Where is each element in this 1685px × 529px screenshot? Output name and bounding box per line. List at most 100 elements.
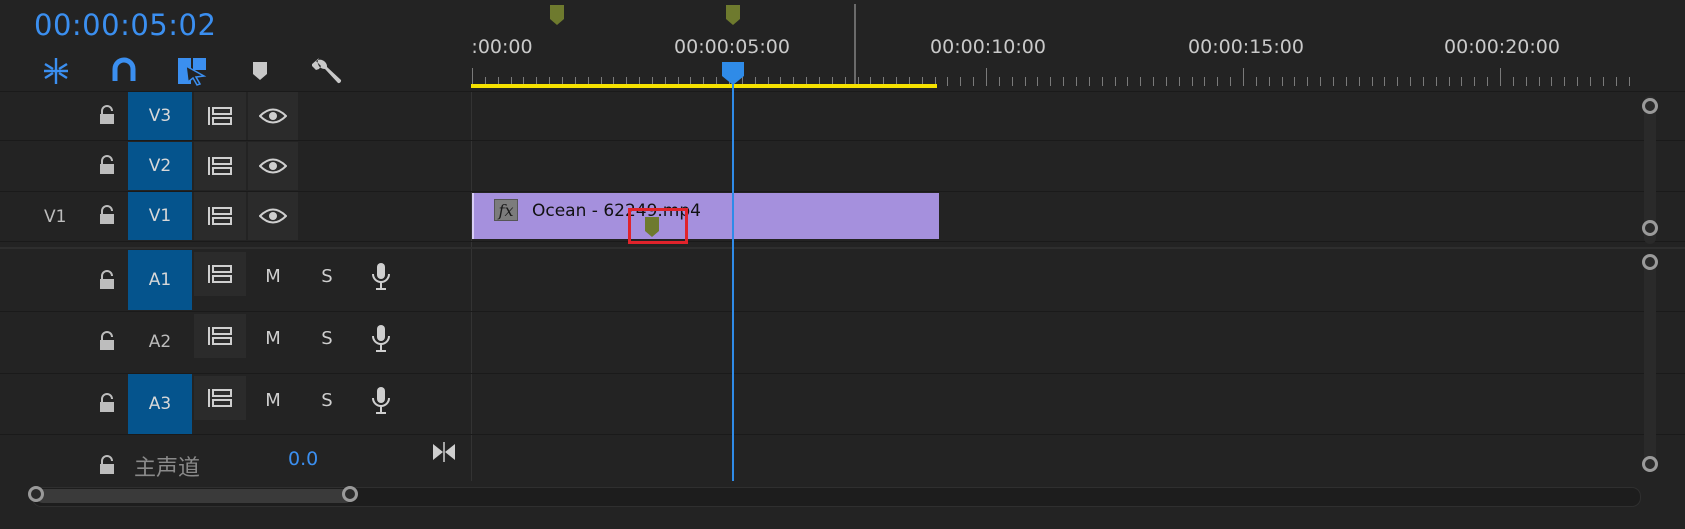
- ruler-tick: [1243, 68, 1244, 86]
- horizontal-scrollbar-thumb[interactable]: [36, 489, 352, 503]
- ruler-label: 00:00:10:00: [930, 36, 1046, 58]
- ruler-tick: [1602, 77, 1604, 86]
- audio-vertical-scrollbar[interactable]: [1644, 254, 1656, 472]
- ruler-tick: [1371, 77, 1373, 86]
- track-target-a3[interactable]: A3: [128, 374, 192, 434]
- lock-track-icon[interactable]: [94, 388, 120, 418]
- ruler-tick: [1577, 77, 1579, 86]
- sync-lock-icon[interactable]: [194, 142, 246, 190]
- scroll-handle[interactable]: [1642, 254, 1658, 270]
- ruler-tick: [1551, 77, 1553, 86]
- voiceover-record-mic-icon[interactable]: [368, 322, 394, 354]
- ruler-tick: [1024, 77, 1026, 86]
- ruler-tick: [998, 77, 1000, 86]
- ruler-tick: [1153, 77, 1155, 86]
- ruler-tick: [1512, 77, 1514, 86]
- mute-button[interactable]: M: [258, 324, 288, 352]
- lock-track-icon[interactable]: [94, 150, 120, 180]
- ruler-tick: [1435, 77, 1437, 86]
- ruler-tick: [1332, 77, 1334, 86]
- snap-icon[interactable]: [106, 54, 142, 88]
- ruler-divider: [854, 4, 856, 84]
- video-clip[interactable]: fx Ocean - 62249.mp4: [472, 193, 939, 239]
- ruler-tick: [1474, 77, 1476, 86]
- ruler-tick: [1525, 77, 1527, 86]
- ruler-tick: [947, 77, 949, 86]
- sequence-marker[interactable]: [725, 4, 741, 31]
- track-target-v2[interactable]: V2: [128, 142, 192, 190]
- sync-lock-icon[interactable]: [194, 192, 246, 240]
- go-to-in-out-icon[interactable]: [430, 440, 458, 464]
- master-volume-value[interactable]: 0.0: [288, 448, 318, 470]
- solo-button[interactable]: S: [312, 386, 342, 414]
- toggle-output-eye-icon[interactable]: [248, 192, 298, 240]
- insert-overwrite-sequences-icon[interactable]: [38, 54, 74, 88]
- ruler-tick: [1191, 77, 1193, 86]
- ruler-tick: [1050, 77, 1052, 86]
- ruler-tick: [1448, 77, 1450, 86]
- source-track-v1[interactable]: V1: [44, 207, 66, 227]
- ruler-tick: [1628, 77, 1630, 86]
- solo-button[interactable]: S: [312, 324, 342, 352]
- lock-track-icon[interactable]: [94, 265, 120, 295]
- timeline-settings-icon[interactable]: [310, 54, 346, 88]
- add-marker-icon[interactable]: [242, 54, 278, 88]
- time-ruler[interactable]: :00:00 00:00:05:00 00:00:10:00 00:00:15:…: [471, 0, 1638, 92]
- ruler-tick: [1217, 77, 1219, 86]
- ruler-tick: [1564, 77, 1566, 86]
- ruler-tick: [1281, 77, 1283, 86]
- linked-selection-icon[interactable]: [174, 54, 210, 88]
- toggle-output-eye-icon[interactable]: [248, 92, 298, 140]
- ruler-tick: [1615, 77, 1617, 86]
- playhead-handle[interactable]: [720, 60, 746, 91]
- sync-lock-icon[interactable]: [194, 252, 246, 296]
- ruler-tick: [1075, 77, 1077, 86]
- voiceover-record-mic-icon[interactable]: [368, 384, 394, 416]
- work-area-bar[interactable]: [471, 84, 937, 88]
- voiceover-record-mic-icon[interactable]: [368, 260, 394, 292]
- track-target-v1[interactable]: V1: [128, 192, 192, 240]
- ruler-tick: [1345, 77, 1347, 86]
- playhead-timecode[interactable]: 00:00:05:02: [34, 8, 216, 42]
- ruler-tick: [1487, 77, 1489, 86]
- ruler-tick: [1178, 77, 1180, 86]
- mute-button[interactable]: M: [258, 262, 288, 290]
- track-target-a1[interactable]: A1: [128, 250, 192, 310]
- ruler-tick: [1410, 77, 1412, 86]
- lock-track-icon[interactable]: [94, 450, 120, 480]
- zoom-handle-right[interactable]: [342, 486, 358, 502]
- sequence-marker[interactable]: [549, 4, 565, 31]
- mute-button[interactable]: M: [258, 386, 288, 414]
- solo-button[interactable]: S: [312, 262, 342, 290]
- scroll-handle[interactable]: [1642, 220, 1658, 236]
- scroll-handle[interactable]: [1642, 456, 1658, 472]
- ruler-tick: [1230, 77, 1232, 86]
- playhead-line[interactable]: [732, 70, 734, 481]
- highlight-annotation: [628, 208, 688, 244]
- zoom-handle-left[interactable]: [28, 486, 44, 502]
- ruler-tick: [973, 77, 975, 86]
- ruler-tick: [1268, 77, 1270, 86]
- ruler-tick: [1101, 77, 1103, 86]
- track-target-a2[interactable]: A2: [128, 312, 192, 372]
- scroll-handle[interactable]: [1642, 98, 1658, 114]
- timeline-track-area[interactable]: [471, 92, 1642, 481]
- ruler-tick: [1165, 77, 1167, 86]
- lock-track-icon[interactable]: [94, 326, 120, 356]
- ruler-tick: [1011, 77, 1013, 86]
- ruler-tick: [1538, 77, 1540, 86]
- ruler-tick: [1320, 77, 1322, 86]
- sync-lock-icon[interactable]: [194, 376, 246, 420]
- ruler-tick: [1384, 77, 1386, 86]
- ruler-tick: [1255, 77, 1257, 86]
- lock-track-icon[interactable]: [94, 200, 120, 230]
- ruler-tick: [960, 77, 962, 86]
- sync-lock-icon[interactable]: [194, 314, 246, 358]
- fx-badge[interactable]: fx: [494, 199, 518, 221]
- ruler-tick: [1500, 68, 1501, 86]
- ruler-tick: [1589, 77, 1591, 86]
- lock-track-icon[interactable]: [94, 100, 120, 130]
- sync-lock-icon[interactable]: [194, 92, 246, 140]
- toggle-output-eye-icon[interactable]: [248, 142, 298, 190]
- track-target-v3[interactable]: V3: [128, 92, 192, 140]
